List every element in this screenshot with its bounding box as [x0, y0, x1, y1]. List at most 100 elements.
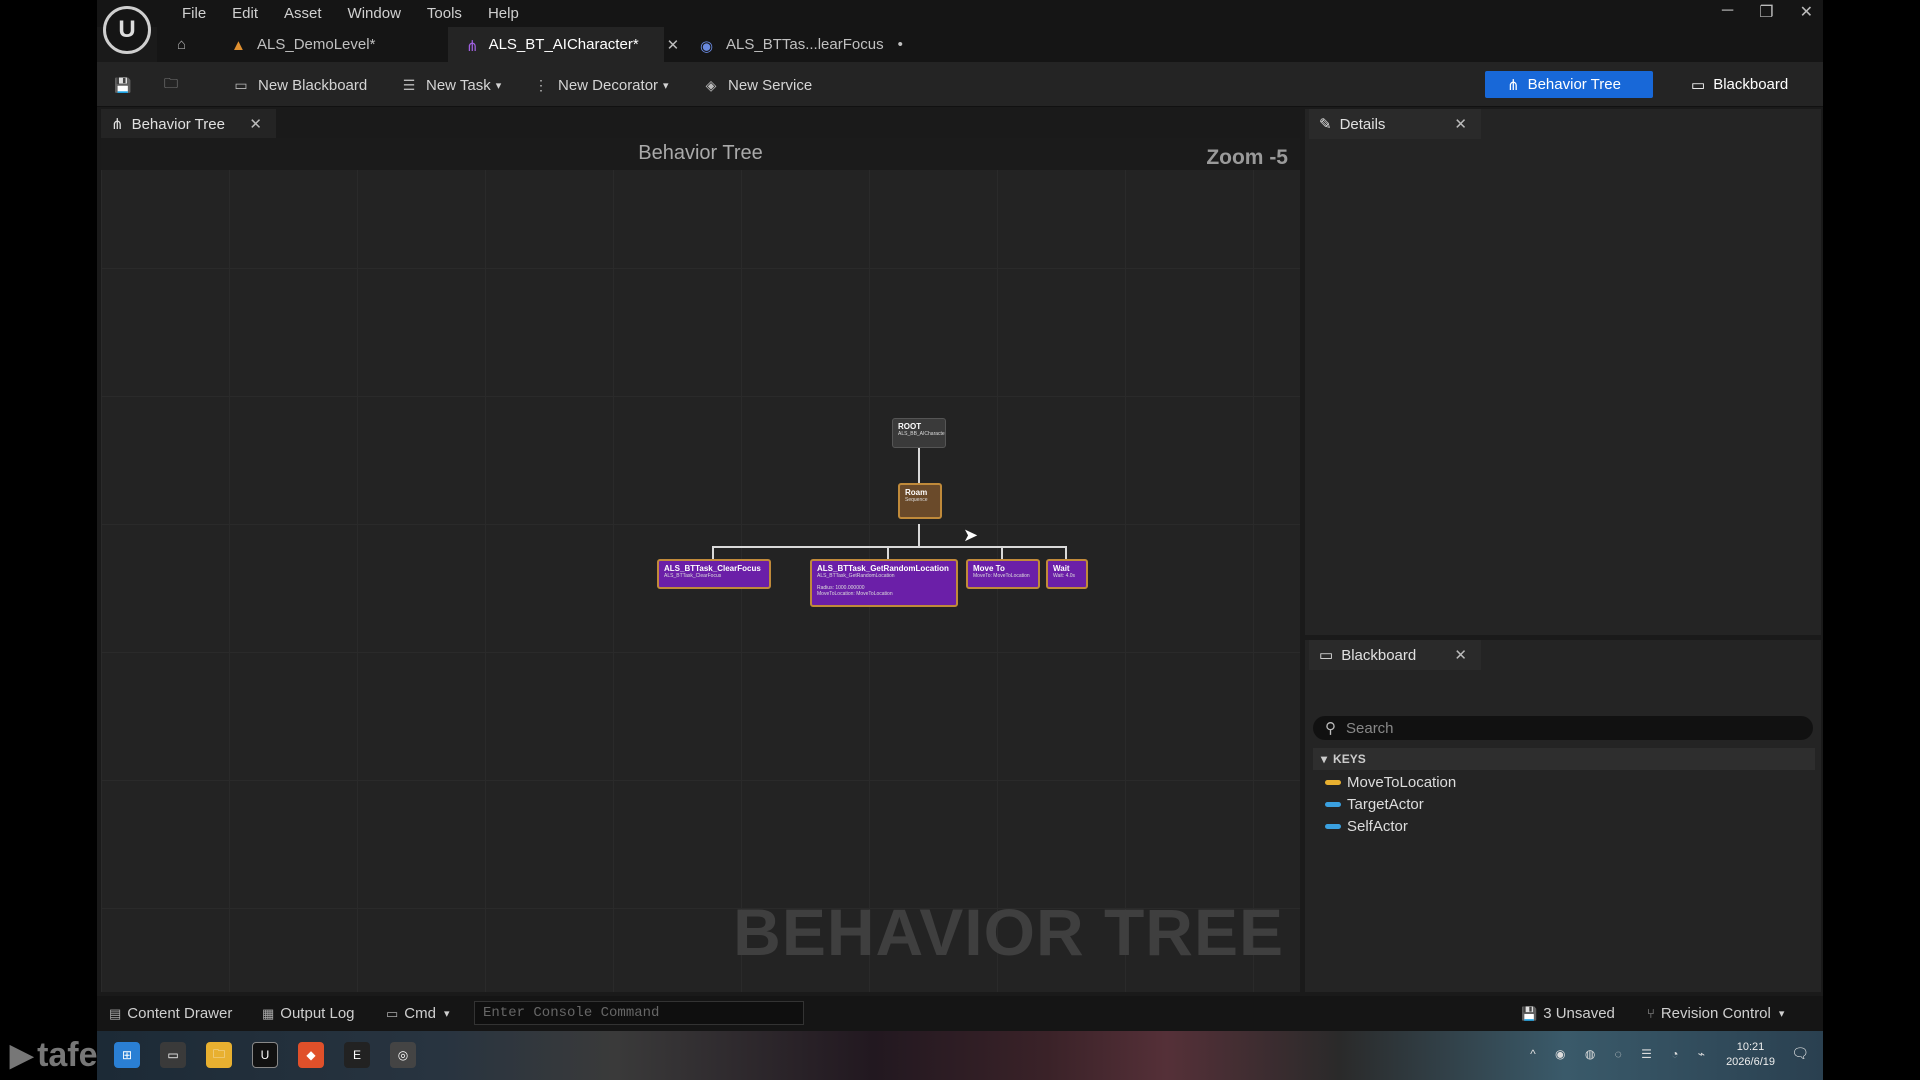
- home-tab[interactable]: ⌂: [177, 27, 186, 62]
- close-tab-icon[interactable]: ✕: [667, 36, 680, 54]
- task-view-icon[interactable]: ▭: [160, 1042, 186, 1068]
- new-service-label: New Service: [728, 76, 813, 94]
- minimize-icon[interactable]: ─: [1722, 2, 1733, 22]
- new-task-label: New Task: [426, 76, 491, 94]
- close-icon[interactable]: ✕: [1800, 2, 1813, 22]
- blackboard-panel: ⚲ Search ▾ KEYS MoveToLocation TargetAct…: [1305, 640, 1821, 992]
- clear-focus-label: ALS_BTTask_ClearFocus: [664, 564, 761, 573]
- output-log-label: Output Log: [280, 1005, 355, 1022]
- tab-label: ALS_DemoLevel*: [257, 36, 376, 53]
- roam-sub: Sequence: [905, 497, 928, 503]
- new-decorator-button[interactable]: ⋮ New Decorator ▾: [531, 72, 669, 98]
- clock-date: 2026/6/19: [1726, 1056, 1775, 1068]
- get-random-detail: MoveToLocation: MoveToLocation: [817, 591, 893, 597]
- file-explorer-icon[interactable]: 🗀: [206, 1042, 232, 1068]
- blackboard-key-targetactor[interactable]: TargetActor: [1325, 794, 1424, 814]
- graph-header: Behavior Tree Zoom -5: [101, 138, 1300, 170]
- close-panel-icon[interactable]: ✕: [1454, 646, 1467, 664]
- console-placeholder: Enter Console Command: [483, 1005, 660, 1021]
- unreal-logo[interactable]: U: [103, 6, 151, 54]
- roam-sequence-node[interactable]: Roam Sequence: [898, 483, 942, 519]
- panel-tab-label: Behavior Tree: [131, 115, 225, 133]
- move-to-label: Move To: [973, 564, 1005, 573]
- revision-control-button[interactable]: ⑂ Revision Control ▾: [1647, 1005, 1784, 1022]
- branch-icon: ⑂: [1647, 1006, 1655, 1021]
- behavior-tree-panel-tab[interactable]: ⋔ Behavior Tree ✕: [101, 109, 276, 139]
- console-command-input[interactable]: Enter Console Command: [474, 1001, 804, 1025]
- unsaved-button[interactable]: 💾 3 Unsaved: [1521, 1005, 1615, 1022]
- revision-control-label: Revision Control: [1660, 1005, 1771, 1022]
- drawer-icon: ▤: [109, 1005, 122, 1021]
- key-name: TargetActor: [1347, 795, 1424, 813]
- save-icon: 💾: [114, 76, 132, 93]
- root-node[interactable]: ROOT ALS_BB_AICharacter: [892, 418, 946, 448]
- details-panel-tab[interactable]: ✎ Details ✕: [1309, 109, 1481, 139]
- tab-label: ALS_BTTas...learFocus: [726, 36, 884, 53]
- blackboard-icon: ▭: [1691, 76, 1706, 94]
- details-panel: [1305, 109, 1821, 635]
- chevron-down-icon: ▾: [495, 79, 502, 92]
- link-clear-focus: [712, 546, 714, 560]
- tab-bt-aicharacter[interactable]: ⋔ ALS_BT_AICharacter* ✕: [448, 27, 679, 62]
- epic-games-icon[interactable]: E: [344, 1042, 370, 1068]
- get-random-location-task-node[interactable]: ALS_BTTask_GetRandomLocation ALS_BTTask_…: [810, 559, 958, 607]
- app-icon[interactable]: ◎: [390, 1042, 416, 1068]
- save-button[interactable]: 💾: [113, 72, 140, 98]
- tab-bttask-clearfocus[interactable]: ◉ ALS_BTTas...learFocus •: [682, 27, 912, 62]
- cmd-dropdown[interactable]: ▭ Cmd ▾: [386, 1005, 450, 1022]
- keys-header[interactable]: ▾ KEYS: [1313, 748, 1815, 770]
- restore-icon[interactable]: ❐: [1759, 2, 1773, 22]
- menu-asset[interactable]: Asset: [271, 4, 335, 23]
- behavior-tree-mode-label: Behavior Tree: [1527, 76, 1621, 93]
- blackboard-icon: ▭: [1319, 647, 1334, 664]
- new-task-button[interactable]: ☰ New Task ▾: [399, 72, 502, 98]
- unreal-engine-icon[interactable]: U: [252, 1042, 278, 1068]
- system-clock[interactable]: 10:21 2026/6/19: [1726, 1040, 1775, 1070]
- status-bar: ▤ Content Drawer ▦ Output Log ▭ Cmd ▾ En…: [97, 996, 1823, 1031]
- new-decorator-label: New Decorator: [558, 76, 659, 94]
- menu-window[interactable]: Window: [335, 4, 414, 23]
- blackboard-key-selfactor[interactable]: SelfActor: [1325, 816, 1408, 836]
- title-bar: File Edit Asset Window Tools Help ─ ❐ ✕: [97, 0, 1823, 27]
- new-blackboard-button[interactable]: ▭ New Blackboard: [231, 72, 367, 98]
- blackboard-search-input[interactable]: ⚲ Search: [1313, 716, 1813, 740]
- browse-button[interactable]: 🗀: [161, 72, 188, 98]
- windows-start-icon[interactable]: ⊞: [114, 1042, 140, 1068]
- brave-browser-icon[interactable]: ◆: [298, 1042, 324, 1068]
- close-panel-icon[interactable]: ✕: [249, 115, 262, 133]
- get-random-sub: ALS_BTTask_GetRandomLocation: [817, 573, 895, 579]
- zoom-level: Zoom -5: [1206, 146, 1288, 169]
- toolbar: 💾 🗀 ▭ New Blackboard ☰ New Task ▾ ⋮ New …: [97, 62, 1823, 107]
- behavior-tree-icon: ⋔: [466, 37, 479, 55]
- notification-icon[interactable]: 🗨: [1791, 1045, 1809, 1062]
- terminal-icon: ▭: [386, 1005, 399, 1021]
- menu-help[interactable]: Help: [475, 4, 532, 23]
- tab-demo-level[interactable]: ▲ ALS_DemoLevel*: [213, 27, 448, 62]
- move-to-sub: MoveTo: MoveToLocation: [973, 573, 1030, 579]
- pencil-icon: ✎: [1319, 116, 1332, 133]
- document-tabs: ⌂ ▲ ALS_DemoLevel* ⋔ ALS_BT_AICharacter*…: [157, 27, 1823, 62]
- blackboard-panel-tab[interactable]: ▭ Blackboard ✕: [1309, 640, 1481, 670]
- root-sub: ALS_BB_AICharacter: [898, 431, 946, 437]
- wait-task-node[interactable]: Wait Wait: 4.0s: [1046, 559, 1088, 589]
- menu-tools[interactable]: Tools: [414, 4, 475, 23]
- content-drawer-button[interactable]: ▤ Content Drawer: [109, 1005, 232, 1022]
- close-panel-icon[interactable]: ✕: [1454, 115, 1467, 133]
- blackboard-mode-button[interactable]: ▭ Blackboard: [1669, 71, 1810, 98]
- chevron-down-icon: ▾: [443, 1008, 450, 1020]
- blackboard-mode-label: Blackboard: [1713, 76, 1789, 93]
- graph-canvas[interactable]: ROOT ALS_BB_AICharacter Roam Sequence AL…: [101, 140, 1300, 992]
- level-icon: ▲: [231, 36, 246, 54]
- move-to-task-node[interactable]: Move To MoveTo: MoveToLocation: [966, 559, 1040, 589]
- behavior-tree-mode-button[interactable]: ⋔ Behavior Tree: [1485, 71, 1653, 98]
- output-log-button[interactable]: ▦ Output Log: [262, 1005, 355, 1022]
- menu-edit[interactable]: Edit: [219, 4, 271, 23]
- blackboard-key-movetolocation[interactable]: MoveToLocation: [1325, 772, 1456, 792]
- editor-window: File Edit Asset Window Tools Help ─ ❐ ✕ …: [97, 0, 1823, 1031]
- clear-focus-task-node[interactable]: ALS_BTTask_ClearFocus ALS_BTTask_ClearFo…: [657, 559, 771, 589]
- new-service-button[interactable]: ◈ New Service: [701, 72, 813, 98]
- browse-icon: 🗀: [164, 75, 178, 91]
- key-name: MoveToLocation: [1347, 773, 1457, 791]
- menu-file[interactable]: File: [169, 4, 219, 23]
- tab-label: ALS_BT_AICharacter*: [488, 36, 639, 53]
